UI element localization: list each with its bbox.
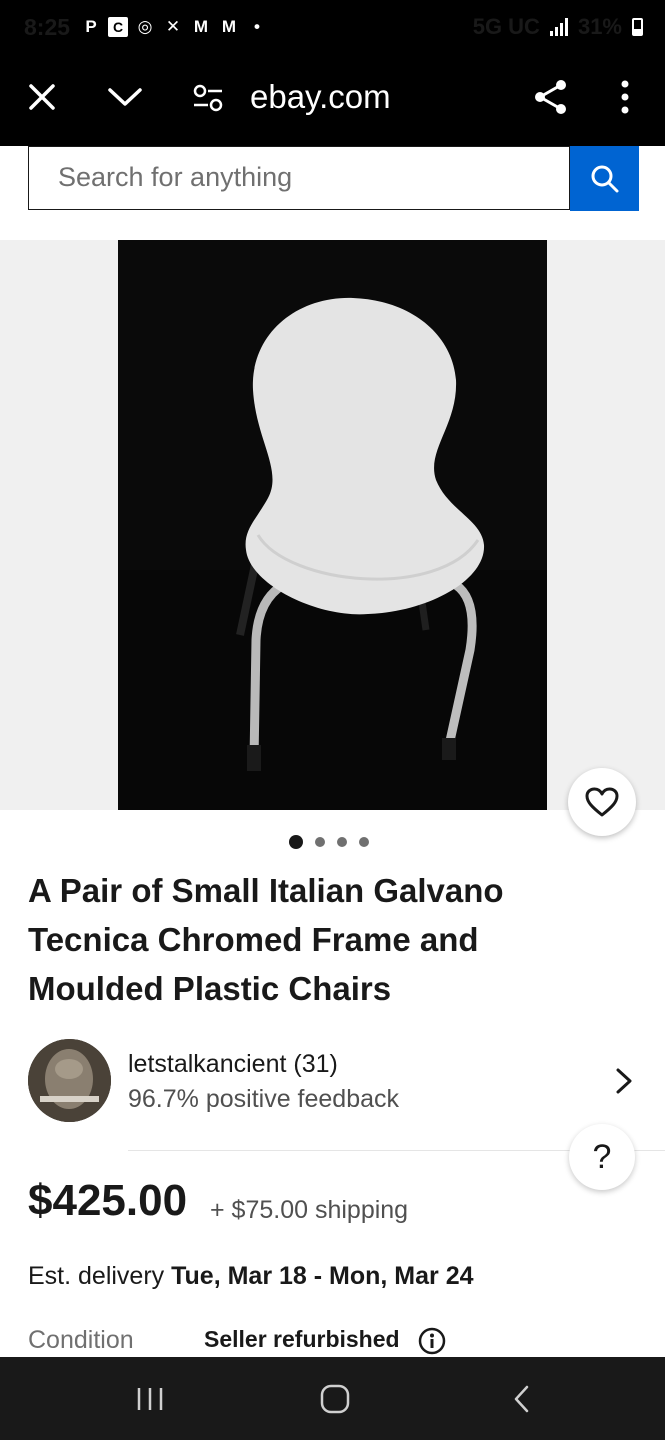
site-settings-icon[interactable] xyxy=(192,84,224,112)
seller-logo xyxy=(28,1039,111,1122)
status-time: 8:25 xyxy=(24,14,71,40)
search-icon xyxy=(591,165,618,192)
gallery-pagination xyxy=(289,835,369,849)
gallery-dot[interactable] xyxy=(289,835,303,849)
seller-name[interactable]: letstalkancient (31) xyxy=(128,1050,338,1079)
item-price: $425.00 xyxy=(28,1176,188,1225)
product-image[interactable] xyxy=(118,240,547,810)
tools-icon: ✕ xyxy=(165,17,181,36)
condition-label: Condition xyxy=(28,1326,134,1354)
target-icon: ◎ xyxy=(137,17,153,36)
share-icon[interactable] xyxy=(532,78,570,116)
seller-avatar[interactable] xyxy=(28,1039,111,1122)
notification-icons: P C ◎ ✕ M M • xyxy=(80,16,268,38)
search-button[interactable] xyxy=(570,146,639,211)
info-icon[interactable] xyxy=(418,1327,446,1355)
back-icon[interactable] xyxy=(509,1383,535,1415)
chair-image xyxy=(118,240,547,810)
chevron-down-icon[interactable] xyxy=(106,84,144,110)
more-options-icon[interactable] xyxy=(616,79,634,115)
home-icon[interactable] xyxy=(318,1382,352,1416)
status-right: 5G UC 31% xyxy=(473,14,643,40)
search-placeholder: Search for anything xyxy=(58,162,293,192)
watchlist-button[interactable] xyxy=(568,768,636,836)
battery-icon xyxy=(632,18,643,36)
url-bar[interactable]: ebay.com xyxy=(250,78,391,116)
gallery-dot[interactable] xyxy=(359,837,369,847)
mail-icon: M xyxy=(193,17,209,36)
heart-icon xyxy=(585,787,619,817)
delivery-estimate: Est. delivery Tue, Mar 18 - Mon, Mar 24 xyxy=(28,1262,474,1291)
gallery-dot[interactable] xyxy=(315,837,325,847)
chevron-right-icon[interactable] xyxy=(612,1066,636,1096)
close-icon[interactable] xyxy=(26,81,58,113)
item-title: A Pair of Small Italian Galvano Tecnica … xyxy=(28,872,504,1007)
recent-apps-icon[interactable] xyxy=(134,1385,166,1413)
mail-icon: M xyxy=(221,17,237,36)
delivery-label: Est. delivery xyxy=(28,1262,165,1290)
network-label: 5G UC xyxy=(472,14,540,39)
signal-icon xyxy=(549,18,568,36)
seller-feedback: 96.7% positive feedback xyxy=(128,1085,400,1113)
delivery-dates: Tue, Mar 18 - Mon, Mar 24 xyxy=(171,1262,474,1290)
battery-label: 31% xyxy=(577,14,622,39)
parking-icon: P xyxy=(85,17,97,36)
dot-icon: • xyxy=(254,17,260,36)
shipping-cost: + $75.00 shipping xyxy=(210,1196,409,1224)
gallery-dot[interactable] xyxy=(337,837,347,847)
app-c-icon: C xyxy=(108,17,128,37)
help-button[interactable]: ? xyxy=(569,1124,635,1190)
condition-value: Seller refurbished xyxy=(204,1326,400,1352)
